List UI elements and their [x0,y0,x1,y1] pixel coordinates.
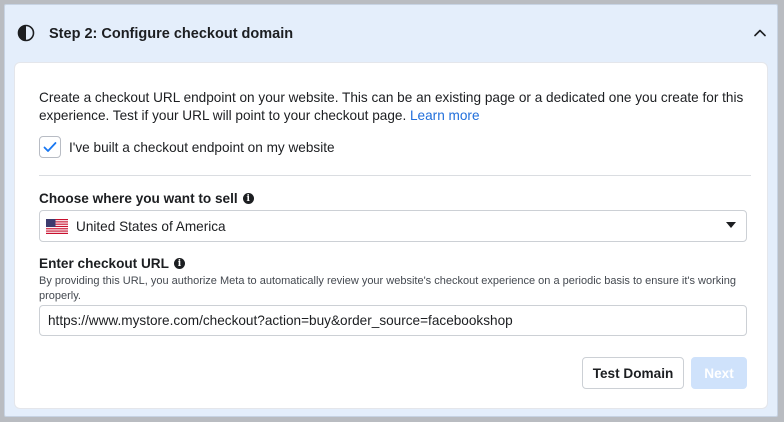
endpoint-checkbox-row[interactable]: I've built a checkout endpoint on my web… [39,136,335,158]
checkmark-icon [43,142,57,152]
info-icon[interactable]: i [173,258,185,269]
step-content-panel: Create a checkout URL endpoint on your w… [14,62,768,409]
checkout-url-help: By providing this URL, you authorize Met… [39,275,736,302]
country-select[interactable]: United States of America [39,210,747,242]
description-text: Create a checkout URL endpoint on your w… [39,90,744,123]
us-flag-icon [46,218,68,234]
learn-more-link[interactable]: Learn more [410,108,480,123]
step-title: Step 2: Configure checkout domain [49,26,294,42]
test-domain-button[interactable]: Test Domain [582,357,684,389]
chevron-up-icon[interactable] [753,27,767,39]
sell-location-label-text: Choose where you want to sell [39,191,238,206]
step-header[interactable]: Step 2: Configure checkout domain [5,5,777,61]
checkout-url-input[interactable] [39,305,747,336]
checkout-url-label: Enter checkout URL i [39,256,185,271]
checkout-url-label-text: Enter checkout URL [39,256,169,271]
description: Create a checkout URL endpoint on your w… [39,89,759,125]
next-button[interactable]: Next [691,357,747,389]
sell-location-label: Choose where you want to sell i [39,191,254,206]
step-card: Step 2: Configure checkout domain Create… [4,4,778,417]
caret-down-icon [726,222,736,228]
endpoint-checkbox-label: I've built a checkout endpoint on my web… [69,139,335,155]
divider [39,175,751,176]
country-select-value: United States of America [76,218,226,234]
half-circle-icon [17,24,35,42]
endpoint-checkbox[interactable] [39,136,61,158]
info-icon[interactable]: i [242,193,254,204]
